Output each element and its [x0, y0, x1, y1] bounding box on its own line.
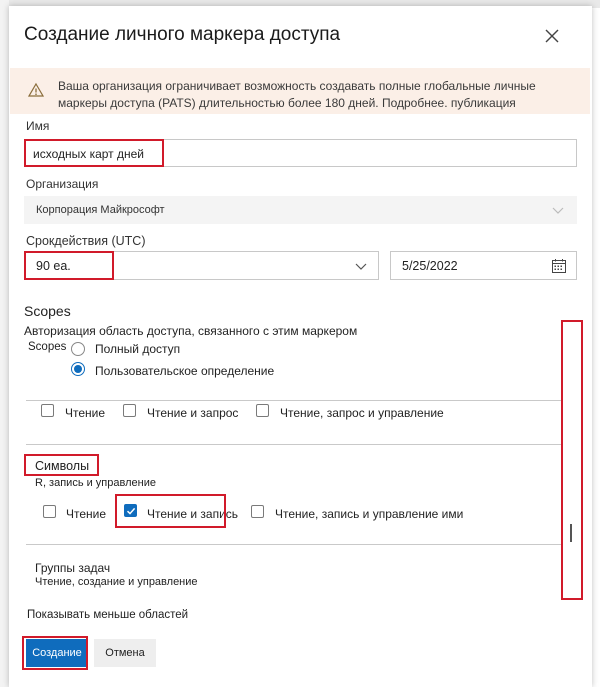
task-groups-title: Группы задач [35, 561, 111, 575]
expiry-label: Срокдействия (UTC) [26, 234, 146, 248]
name-label: Имя [26, 119, 50, 133]
custom-defined-label: Пользовательское определение [95, 364, 275, 378]
highlight-name [24, 139, 164, 167]
full-access-radio[interactable] [71, 342, 85, 356]
row1-read-query-checkbox[interactable] [123, 404, 136, 417]
cancel-button[interactable]: Отмена [94, 639, 156, 667]
show-less-link[interactable]: Показывать меньше областей [27, 609, 188, 621]
warning-text: Ваша организация ограничивает возможност… [58, 79, 536, 110]
symbols-subtitle: R, запись и управление [35, 477, 156, 489]
task-groups-subtitle: Чтение, создание и управление [35, 576, 198, 588]
highlight-create [22, 636, 88, 670]
chevron-down-icon [552, 207, 564, 214]
scrollbar-thumb[interactable] [570, 524, 572, 542]
divider [26, 444, 562, 445]
highlight-expiry [24, 251, 114, 280]
chevron-down-icon [355, 263, 367, 270]
org-label: Организация [26, 177, 99, 191]
background-left [0, 0, 9, 687]
dialog-title: Создание личного маркера доступа [24, 24, 341, 45]
symbols-read-write-manage-checkbox[interactable] [251, 505, 264, 518]
divider [26, 400, 562, 401]
scopes-description: Авторизация область доступа, связанного … [24, 324, 358, 338]
symbols-read-checkbox[interactable] [43, 505, 56, 518]
row1-read-query-manage-label: Чтение, запрос и управление [280, 406, 444, 420]
custom-defined-radio[interactable] [71, 362, 85, 376]
org-value: Корпорация Майкрософт [36, 204, 165, 216]
symbols-read-write-manage-label: Чтение, запись и управление ими [275, 507, 464, 521]
expiry-date-value: 5/25/2022 [402, 259, 458, 273]
warning-icon [28, 82, 44, 97]
highlight-read-write [115, 494, 226, 528]
close-icon[interactable] [542, 26, 562, 46]
row1-read-query-manage-checkbox[interactable] [256, 404, 269, 417]
full-access-label: Полный доступ [95, 342, 181, 356]
row1-read-label: Чтение [65, 406, 106, 420]
highlight-scrollbar [561, 320, 583, 600]
row1-read-query-label: Чтение и запрос [147, 406, 239, 420]
row1-read-checkbox[interactable] [41, 404, 54, 417]
calendar-icon[interactable] [551, 258, 567, 274]
symbols-read-label: Чтение [66, 507, 107, 521]
org-select[interactable]: Корпорация Майкрософт [24, 196, 577, 224]
highlight-symbols [24, 454, 99, 476]
scopes-radio-label: Scopes [28, 341, 67, 353]
scopes-title: Scopes [24, 303, 71, 319]
divider [26, 544, 562, 545]
expiry-date-input[interactable]: 5/25/2022 [390, 251, 577, 280]
